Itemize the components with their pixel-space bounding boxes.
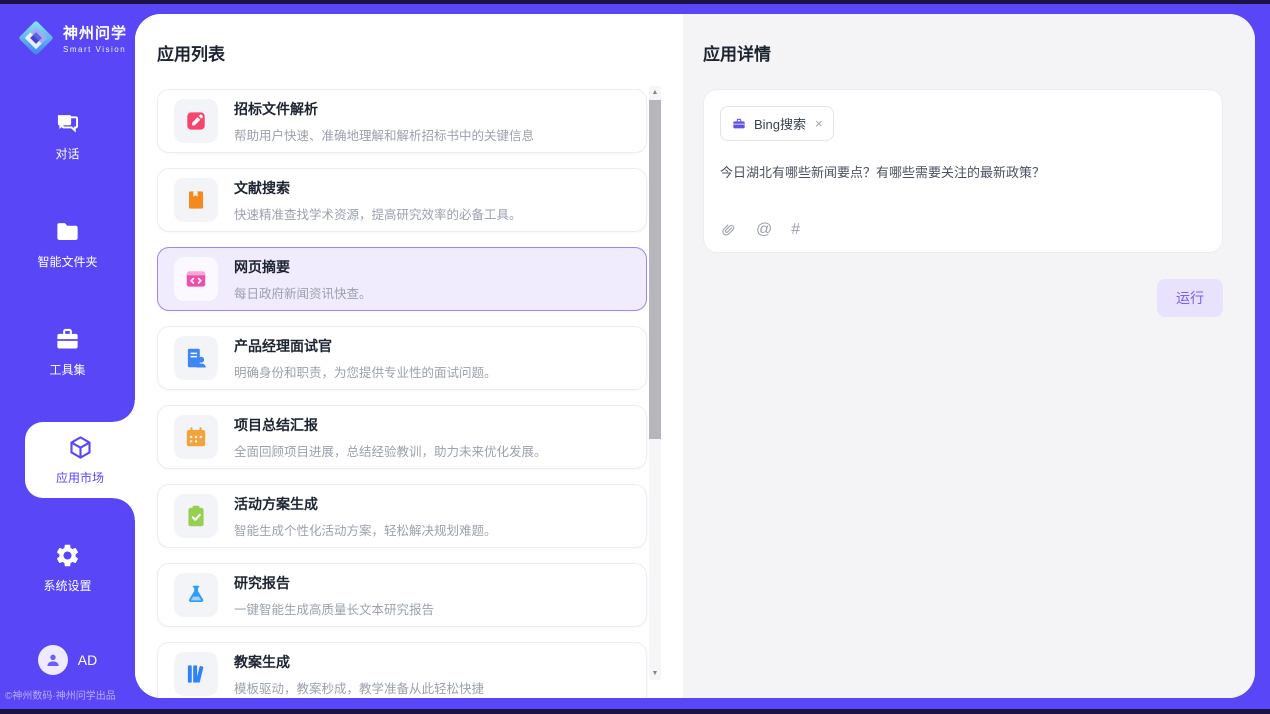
- app-card-list: 招标文件解析 帮助用户快速、准确地理解和解析招标书中的关键信息 文献搜索 快速精…: [157, 89, 647, 698]
- app-card-research-report[interactable]: 研究报告 一键智能生成高质量长文本研究报告: [157, 563, 647, 627]
- avatar: [38, 645, 68, 675]
- app-card-name: 产品经理面试官: [234, 336, 497, 356]
- app-card-desc: 明确身份和职责，为您提供专业性的面试问题。: [234, 362, 497, 381]
- sidebar: 神州问学 Smart Vision 对话 智能文件夹 工具集: [0, 4, 135, 709]
- app-card-desc: 智能生成个性化活动方案，轻松解决规划难题。: [234, 520, 497, 539]
- app-card-desc: 帮助用户快速、准确地理解和解析招标书中的关键信息: [234, 125, 534, 144]
- scroll-up-arrow[interactable]: ▲: [649, 86, 661, 99]
- app-card-project-summary[interactable]: 项目总结汇报 全面回顾项目进展，总结经验教训，助力未来优化发展。: [157, 405, 647, 469]
- app-card-desc: 全面回顾项目进展，总结经验教训，助力未来优化发展。: [234, 441, 547, 460]
- app-card-lesson-plan[interactable]: 教案生成 模板驱动，教案秒成，教学准备从此轻松快捷: [157, 642, 647, 698]
- query-input[interactable]: 今日湖北有哪些新闻要点？有哪些需要关注的最新政策？: [720, 163, 1206, 183]
- person-icon: [44, 651, 62, 669]
- sidebar-item-label: 对话: [55, 145, 79, 162]
- app-input-card: Bing搜索 × 今日湖北有哪些新闻要点？有哪些需要关注的最新政策？ @ #: [703, 89, 1223, 253]
- app-card-name: 文献搜索: [234, 178, 522, 198]
- app-card-literature-search[interactable]: 文献搜索 快速精准查找学术资源，提高研究效率的必备工具。: [157, 168, 647, 232]
- sidebar-item-label: 工具集: [49, 361, 85, 378]
- app-card-pm-interviewer[interactable]: 产品经理面试官 明确身份和职责，为您提供专业性的面试问题。: [157, 326, 647, 390]
- app-card-name: 教案生成: [234, 652, 484, 672]
- app-card-desc: 每日政府新闻资讯快查。: [234, 283, 372, 302]
- app-card-name: 招标文件解析: [234, 99, 534, 119]
- books-icon: [183, 661, 209, 687]
- app-card-name: 活动方案生成: [234, 494, 497, 514]
- tool-chip-label: Bing搜索: [754, 114, 806, 133]
- browser-icon: [183, 266, 209, 292]
- sidebar-item-settings[interactable]: 系统设置: [0, 530, 135, 606]
- app-card-desc: 模板驱动，教案秒成，教学准备从此轻松快捷: [234, 678, 484, 697]
- app-card-desc: 一键智能生成高质量长文本研究报告: [234, 599, 434, 618]
- app-card-web-summary[interactable]: 网页摘要 每日政府新闻资讯快查。: [157, 247, 647, 311]
- sidebar-item-toolkit[interactable]: 工具集: [0, 314, 135, 390]
- app-detail-title: 应用详情: [703, 40, 1223, 65]
- brand: 神州问学 Smart Vision: [0, 4, 135, 58]
- mention-icon[interactable]: @: [756, 221, 772, 239]
- app-list-panel: 应用列表 招标文件解析 帮助用户快速、准确地理解和解析招标书中的关键信息: [135, 14, 683, 698]
- main-panel: 应用列表 招标文件解析 帮助用户快速、准确地理解和解析招标书中的关键信息: [135, 14, 1255, 698]
- top-frame-stripe: [0, 0, 1270, 4]
- run-button[interactable]: 运行: [1157, 279, 1223, 317]
- hashtag-icon[interactable]: #: [791, 221, 800, 239]
- attachment-icon[interactable]: [720, 222, 737, 239]
- app-list-scrollbar[interactable]: ▲ ▼: [649, 86, 661, 680]
- app-card-name: 网页摘要: [234, 257, 372, 277]
- calendar-icon: [183, 424, 209, 450]
- cube-icon: [67, 434, 94, 461]
- sidebar-footer: ©神州数码·神州问学出品: [5, 687, 116, 702]
- bottom-frame-stripe: [0, 709, 1270, 714]
- interview-icon: [183, 345, 209, 371]
- app-detail-panel: 应用详情 Bing搜索 × 今日湖北有哪些新闻要点？有哪些需要关注的最新政策？: [683, 14, 1255, 698]
- user-initials: AD: [78, 652, 97, 668]
- app-card-bid-analysis[interactable]: 招标文件解析 帮助用户快速、准确地理解和解析招标书中的关键信息: [157, 89, 647, 153]
- scrollbar-thumb[interactable]: [649, 100, 661, 439]
- pen-icon: [183, 108, 209, 134]
- tool-chip-bing-search[interactable]: Bing搜索 ×: [720, 106, 834, 141]
- gear-icon: [54, 542, 81, 569]
- sidebar-item-label: 智能文件夹: [37, 253, 97, 270]
- folder-icon: [54, 218, 81, 245]
- toolbox-icon: [54, 326, 81, 353]
- app-card-name: 研究报告: [234, 573, 434, 593]
- flask-icon: [183, 582, 209, 608]
- clipboard-icon: [183, 503, 209, 529]
- brand-logo-icon: [16, 18, 56, 58]
- sidebar-nav: 对话 智能文件夹 工具集 应用市场: [0, 98, 135, 638]
- brand-subtitle: Smart Vision: [63, 45, 127, 54]
- chat-icon: [54, 110, 81, 137]
- app-card-name: 项目总结汇报: [234, 415, 547, 435]
- sidebar-item-label: 应用市场: [56, 469, 104, 486]
- book-icon: [183, 187, 209, 213]
- sidebar-item-label: 系统设置: [43, 577, 91, 594]
- scroll-down-arrow[interactable]: ▼: [649, 667, 661, 680]
- sidebar-item-app-market[interactable]: 应用市场: [25, 422, 135, 498]
- input-toolbar: @ #: [720, 221, 800, 239]
- sidebar-item-smart-folder[interactable]: 智能文件夹: [0, 206, 135, 282]
- user-row[interactable]: AD: [0, 645, 135, 675]
- app-card-desc: 快速精准查找学术资源，提高研究效率的必备工具。: [234, 204, 522, 223]
- app-card-activity-plan[interactable]: 活动方案生成 智能生成个性化活动方案，轻松解决规划难题。: [157, 484, 647, 548]
- brand-name: 神州问学: [63, 22, 127, 43]
- sidebar-item-chat[interactable]: 对话: [0, 98, 135, 174]
- app-list-title: 应用列表: [157, 40, 683, 65]
- close-icon[interactable]: ×: [815, 116, 823, 131]
- briefcase-icon: [731, 116, 747, 132]
